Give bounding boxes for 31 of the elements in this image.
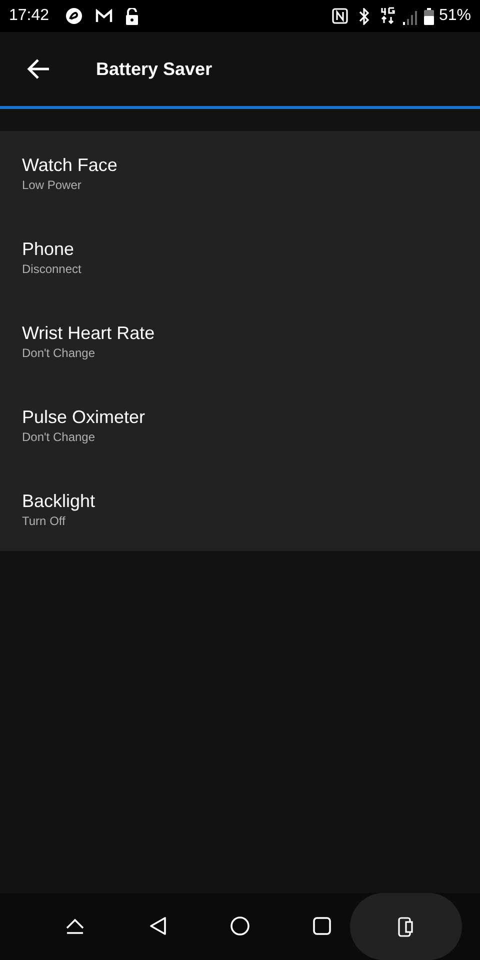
setting-item[interactable]: Phone Disconnect	[0, 215, 480, 299]
phone-icon	[398, 916, 414, 936]
lock-icon	[125, 8, 140, 24]
home-nav-icon[interactable]	[230, 916, 250, 936]
setting-item[interactable]: Pulse Oximeter Don't Change	[0, 383, 480, 467]
keyboard-hide-icon[interactable]	[65, 917, 85, 935]
setting-value: Disconnect	[22, 260, 82, 276]
back-nav-icon[interactable]	[148, 916, 168, 936]
battery-percent: 51%	[438, 6, 471, 26]
setting-value: Don't Change	[22, 344, 96, 360]
setting-title: Pulse Oximeter	[22, 406, 146, 428]
status-time: 17:42	[9, 6, 50, 26]
back-arrow-icon	[26, 58, 50, 80]
setting-value: Low Power	[22, 176, 82, 192]
setting-title: Wrist Heart Rate	[22, 322, 156, 344]
screen-title: Battery Saver	[96, 58, 212, 81]
nfc-icon	[332, 8, 348, 24]
setting-item[interactable]: Watch Face Low Power	[0, 131, 480, 215]
setting-value: Turn Off	[22, 512, 66, 528]
battery-icon	[424, 8, 434, 24]
setting-title: Watch Face	[22, 154, 118, 176]
setting-value: Don't Change	[22, 428, 96, 444]
setting-title: Phone	[22, 238, 76, 260]
setting-item[interactable]: Wrist Heart Rate Don't Change	[0, 299, 480, 383]
recents-nav-icon[interactable]	[313, 917, 331, 935]
setting-title: Backlight	[22, 490, 96, 512]
app-icon	[65, 7, 84, 25]
mail-icon	[95, 9, 114, 23]
network-icon	[380, 7, 396, 25]
setting-item[interactable]: Backlight Turn Off	[0, 467, 480, 551]
bluetooth-icon	[358, 8, 370, 24]
